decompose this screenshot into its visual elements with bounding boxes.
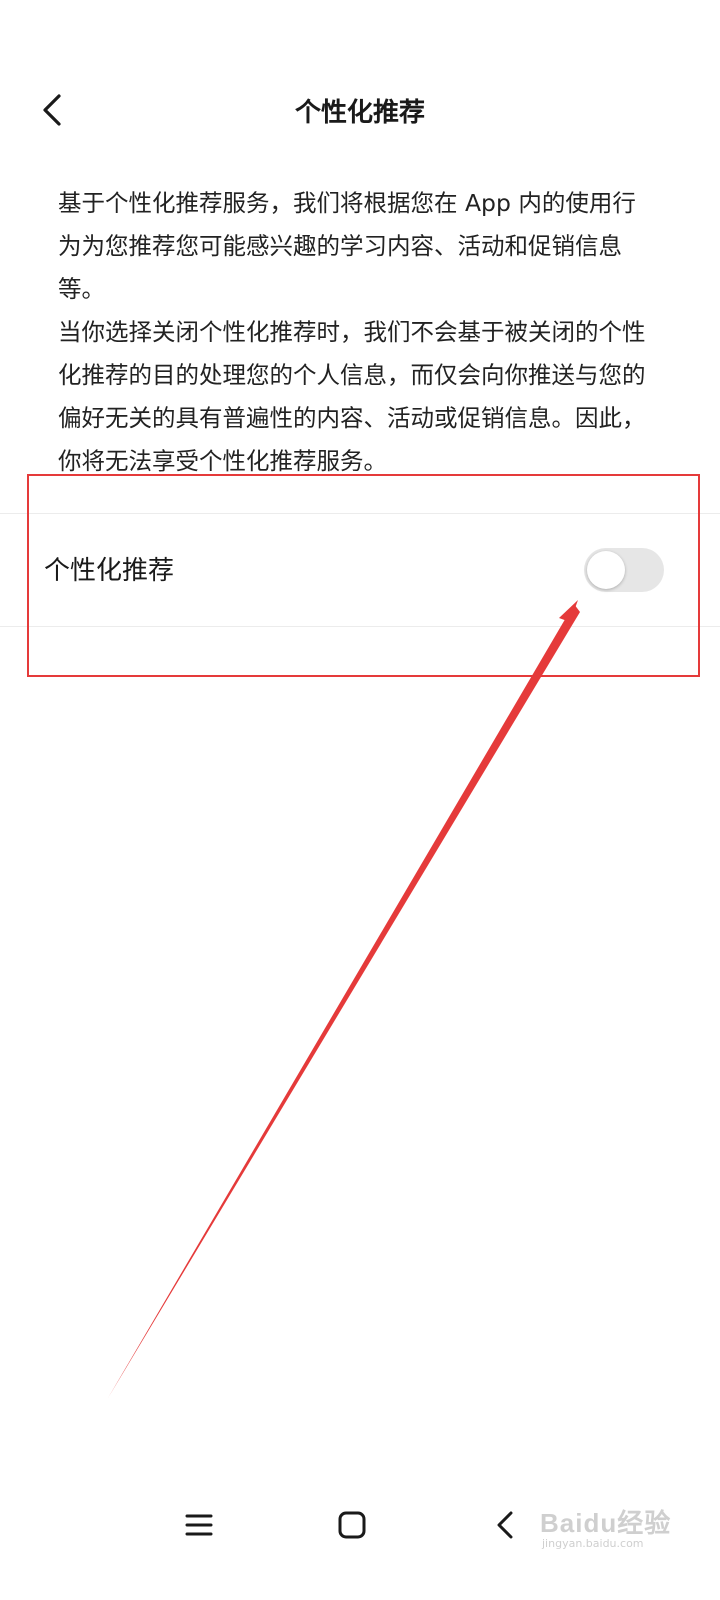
personalized-recommendation-row: 个性化推荐	[0, 514, 720, 626]
home-button[interactable]	[327, 1500, 377, 1550]
menu-icon	[185, 1514, 213, 1536]
setting-label: 个性化推荐	[44, 556, 175, 586]
description-paragraph-1: 基于个性化推荐服务，我们将根据您在 App 内的使用行为为您推荐您可能感兴趣的学…	[58, 189, 636, 303]
personalized-recommendation-toggle[interactable]	[584, 548, 664, 592]
baidu-watermark: Baidu经验 jingyan.baidu.com	[540, 1495, 710, 1555]
header-bar: 个性化推荐	[0, 70, 720, 154]
home-square-icon	[338, 1511, 366, 1539]
description-paragraph-2: 当你选择关闭个性化推荐时，我们不会基于被关闭的个性化推荐的目的处理您的个人信息，…	[58, 318, 646, 475]
recent-apps-button[interactable]	[174, 1500, 224, 1550]
description-text: 基于个性化推荐服务，我们将根据您在 App 内的使用行为为您推荐您可能感兴趣的学…	[58, 182, 658, 483]
divider-bottom	[0, 626, 720, 627]
back-chevron-icon	[497, 1511, 513, 1539]
toggle-knob	[587, 551, 625, 589]
annotation-arrow-line	[108, 604, 580, 1398]
page-title: 个性化推荐	[294, 98, 425, 128]
system-back-button[interactable]	[480, 1500, 530, 1550]
watermark-subtext: jingyan.baidu.com	[542, 1537, 644, 1550]
watermark-text: Baidu经验	[540, 1508, 672, 1538]
